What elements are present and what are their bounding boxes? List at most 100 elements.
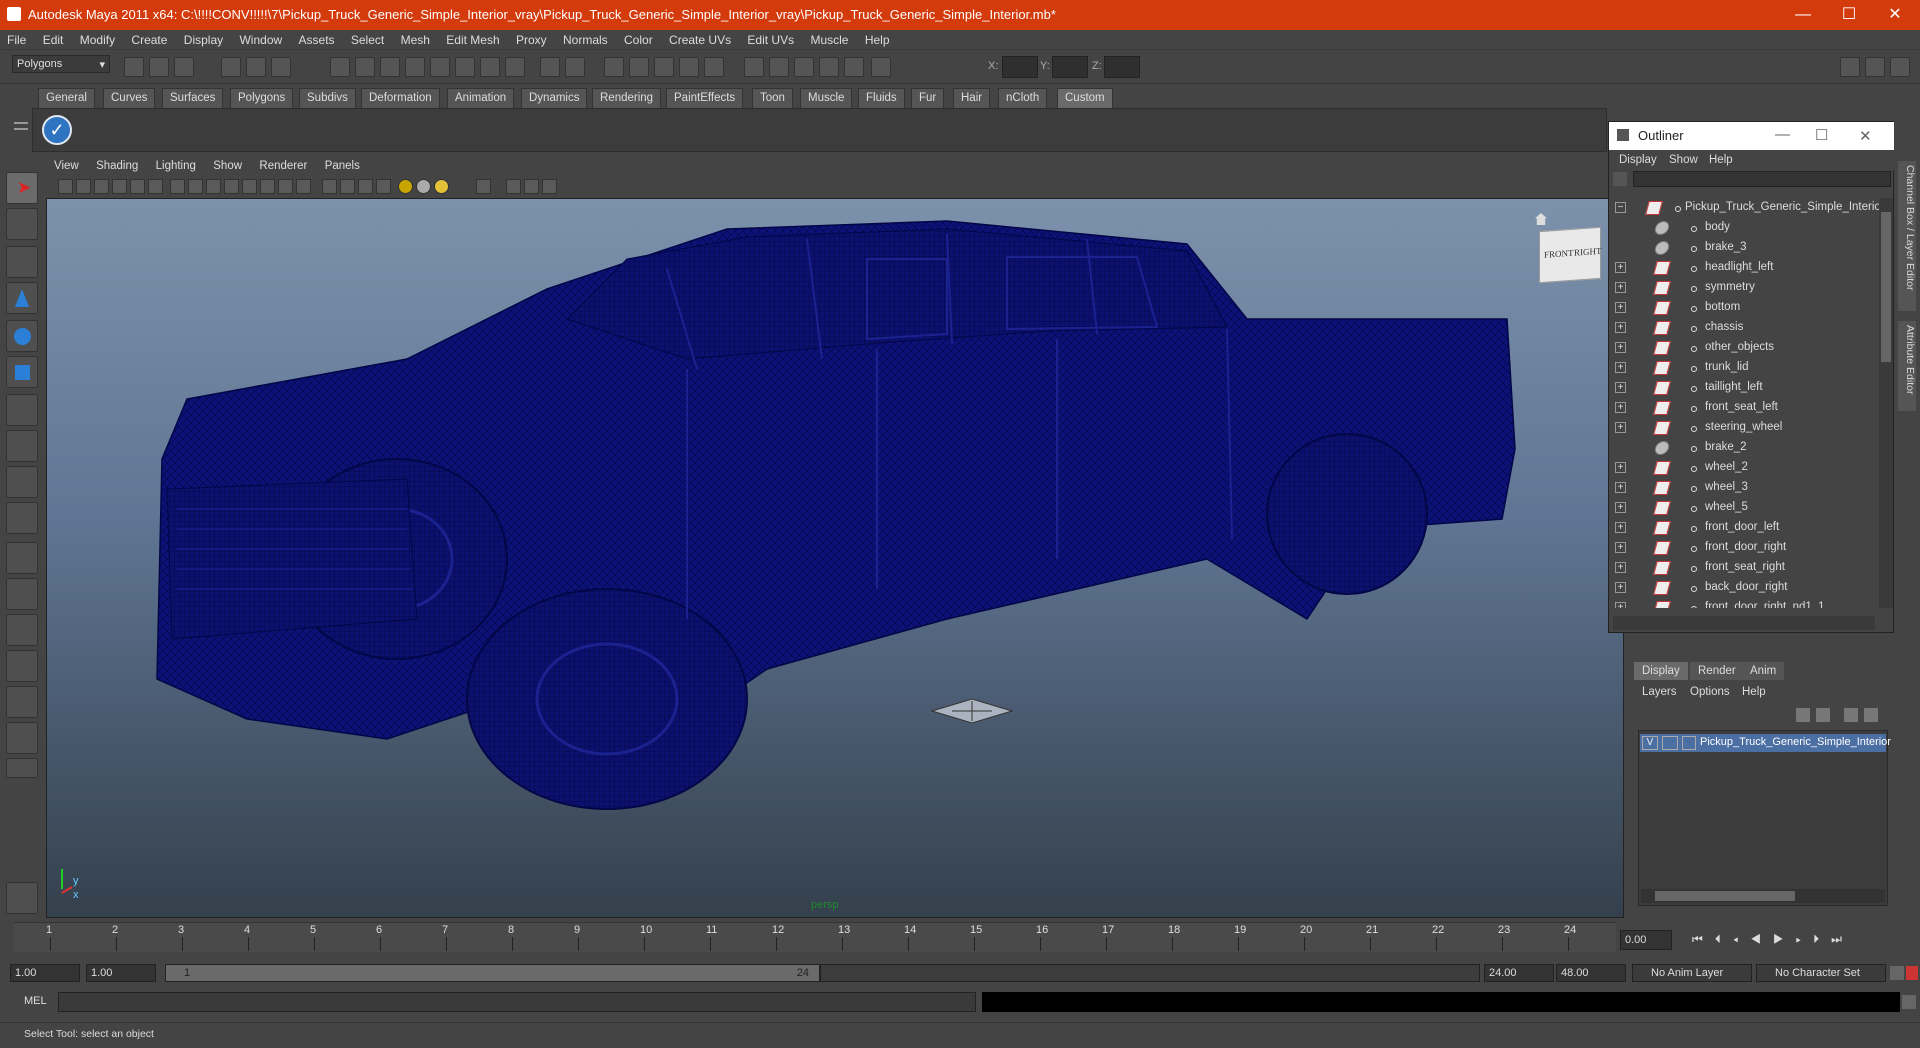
shelf-tab-painteffects[interactable]: PaintEffects <box>666 88 744 108</box>
shelf-tab-animation[interactable]: Animation <box>447 88 515 108</box>
layer-scroll-thumb[interactable] <box>1655 891 1795 901</box>
outliner-item[interactable]: + front_door_left <box>1609 518 1879 538</box>
range-slider-track-empty[interactable] <box>820 964 1480 982</box>
outliner-item[interactable]: + wheel_2 <box>1609 458 1879 478</box>
play-backwards-icon[interactable]: ◀ <box>1750 932 1773 946</box>
lock-icon[interactable] <box>540 57 560 77</box>
collapse-icon[interactable]: − <box>1615 202 1626 213</box>
render-view-icon[interactable] <box>704 57 724 77</box>
outliner-item[interactable]: + wheel_3 <box>1609 478 1879 498</box>
x-field[interactable] <box>1002 56 1038 78</box>
snap-curve-icon[interactable] <box>355 57 375 77</box>
outliner-item[interactable]: + front_door_right <box>1609 538 1879 558</box>
use-default-material-icon[interactable] <box>376 179 391 194</box>
move-layer-down-icon[interactable] <box>1816 708 1830 722</box>
rotate-tool-icon[interactable] <box>6 320 38 352</box>
outliner-item[interactable]: + headlight_left <box>1609 258 1879 278</box>
new-layer-selected-icon[interactable] <box>1864 708 1878 722</box>
playback-start-field[interactable]: 1.00 <box>86 964 156 982</box>
shadows-icon[interactable] <box>434 179 449 194</box>
shelf-tab-surfaces[interactable]: Surfaces <box>162 88 224 108</box>
time-slider-track[interactable]: 1 2 3 4 5 6 7 8 9 10 11 12 13 14 15 16 17 18 19 20 21 22 23 24 <box>14 922 1616 952</box>
current-time-field[interactable]: 0.00 <box>1620 930 1672 950</box>
construction-history-icon[interactable] <box>480 57 500 77</box>
menu-create-uvs[interactable]: Create UVs <box>662 30 737 47</box>
open-scene-icon[interactable] <box>149 57 169 77</box>
channel-box-layer-editor-tab[interactable]: Channel Box / Layer Editor <box>1898 161 1916 311</box>
playback-end-field[interactable]: 24.00 <box>1484 964 1554 982</box>
history-icon[interactable] <box>455 57 475 77</box>
soft-mod-icon[interactable] <box>6 430 38 462</box>
expand-icon[interactable]: + <box>1615 402 1626 413</box>
viewport-menu-view[interactable]: View <box>46 156 85 172</box>
menu-mesh[interactable]: Mesh <box>394 30 436 47</box>
outliner-item[interactable]: + bottom <box>1609 298 1879 318</box>
hud-icon[interactable] <box>296 179 311 194</box>
menu-window[interactable]: Window <box>232 30 288 47</box>
menu-file[interactable]: File <box>0 30 32 47</box>
outliner-item[interactable]: + front_seat_right <box>1609 558 1879 578</box>
layer-color-swatch[interactable] <box>1682 736 1696 750</box>
expand-icon[interactable]: + <box>1615 422 1626 433</box>
expand-icon[interactable]: + <box>1615 562 1626 573</box>
wireframe-on-shaded-icon[interactable] <box>524 179 539 194</box>
step-forward-key-icon[interactable]: ▸ <box>1796 932 1813 946</box>
outliner-item[interactable]: + taillight_left <box>1609 378 1879 398</box>
layer-tab-display[interactable]: Display <box>1634 662 1688 680</box>
make-live-icon[interactable] <box>430 57 450 77</box>
wireframe-icon[interactable] <box>322 179 337 194</box>
menu-assets[interactable]: Assets <box>292 30 341 47</box>
outliner-close-button[interactable]: ✕ <box>1859 127 1872 145</box>
texture-icon[interactable] <box>278 179 293 194</box>
select-tool-icon[interactable]: ➤ <box>6 172 38 204</box>
outliner-menu-help[interactable]: Help <box>1709 154 1733 166</box>
animation-start-field[interactable]: 1.00 <box>10 964 80 982</box>
time-slider[interactable]: 1 2 3 4 5 6 7 8 9 10 11 12 13 14 15 16 17 18 19 20 21 22 23 24 <box>0 920 1620 954</box>
shelf-tab-fluids[interactable]: Fluids <box>858 88 905 108</box>
outliner-item[interactable]: brake_2 <box>1609 438 1879 458</box>
toggle-sidebar-icon[interactable] <box>1840 57 1860 77</box>
shelf-tab-fur[interactable]: Fur <box>911 88 945 108</box>
viewport-menu-panels[interactable]: Panels <box>317 156 366 172</box>
outliner-item[interactable]: body <box>1609 218 1879 238</box>
uv-editor-icon[interactable] <box>794 57 814 77</box>
layer-tab-render[interactable]: Render <box>1690 662 1744 680</box>
layer-name[interactable]: Pickup_Truck_Generic_Simple_Interior <box>1700 736 1891 748</box>
layer-tab-anim[interactable]: Anim <box>1742 662 1785 680</box>
help-icon[interactable] <box>505 57 525 77</box>
select-object-icon[interactable] <box>246 57 266 77</box>
camera-attributes-icon[interactable] <box>76 179 91 194</box>
outliner-menu-display[interactable]: Display <box>1619 154 1657 166</box>
image-plane-icon[interactable] <box>112 179 127 194</box>
persp-outliner-layout-icon[interactable] <box>6 614 38 646</box>
step-back-key-icon[interactable]: ◂ <box>1733 932 1750 946</box>
z-field[interactable] <box>1104 56 1140 78</box>
outliner-item[interactable]: + chassis <box>1609 318 1879 338</box>
expand-icon[interactable]: + <box>1615 602 1626 608</box>
menu-edit-uvs[interactable]: Edit UVs <box>740 30 800 47</box>
grid-toggle-icon[interactable] <box>130 179 145 194</box>
outliner-horizontal-scrollbar[interactable] <box>1613 616 1875 630</box>
outliner-item[interactable]: brake_3 <box>1609 238 1879 258</box>
expand-icon[interactable]: + <box>1615 362 1626 373</box>
safe-title-icon[interactable] <box>242 179 257 194</box>
layer-visibility-toggle[interactable]: V <box>1642 736 1658 750</box>
shelf-tab-general[interactable]: General <box>38 88 95 108</box>
lasso-tool-icon[interactable] <box>6 208 38 240</box>
expand-icon[interactable]: + <box>1615 342 1626 353</box>
outliner-toggle-icon[interactable] <box>769 57 789 77</box>
select-component-icon[interactable] <box>271 57 291 77</box>
save-scene-icon[interactable] <box>174 57 194 77</box>
input-ops-icon[interactable] <box>565 57 585 77</box>
menu-create[interactable]: Create <box>124 30 173 47</box>
character-set-dropdown[interactable]: No Character Set <box>1756 964 1886 982</box>
command-input[interactable] <box>58 992 976 1012</box>
outliner-menu-show[interactable]: Show <box>1669 154 1698 166</box>
expand-icon[interactable]: + <box>1615 462 1626 473</box>
outliner-item[interactable]: + symmetry <box>1609 278 1879 298</box>
shelf-tab-dynamics[interactable]: Dynamics <box>521 88 588 108</box>
layer-horizontal-scrollbar[interactable] <box>1641 889 1885 903</box>
menu-normals[interactable]: Normals <box>556 30 614 47</box>
snap-point-icon[interactable] <box>380 57 400 77</box>
universal-manip-icon[interactable] <box>6 394 38 426</box>
